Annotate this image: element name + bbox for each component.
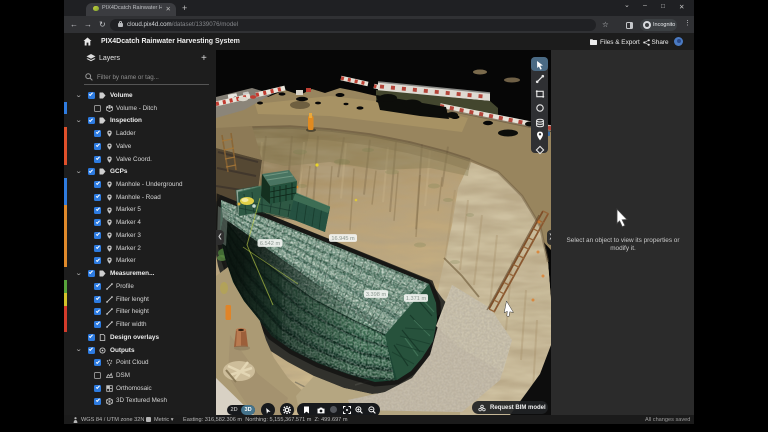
svg-text:6.542 m: 6.542 m xyxy=(260,241,281,247)
svg-text:16.945 m: 16.945 m xyxy=(331,236,355,242)
svg-text:1.371 m: 1.371 m xyxy=(406,296,427,302)
svg-text:3.398 m: 3.398 m xyxy=(366,292,387,298)
